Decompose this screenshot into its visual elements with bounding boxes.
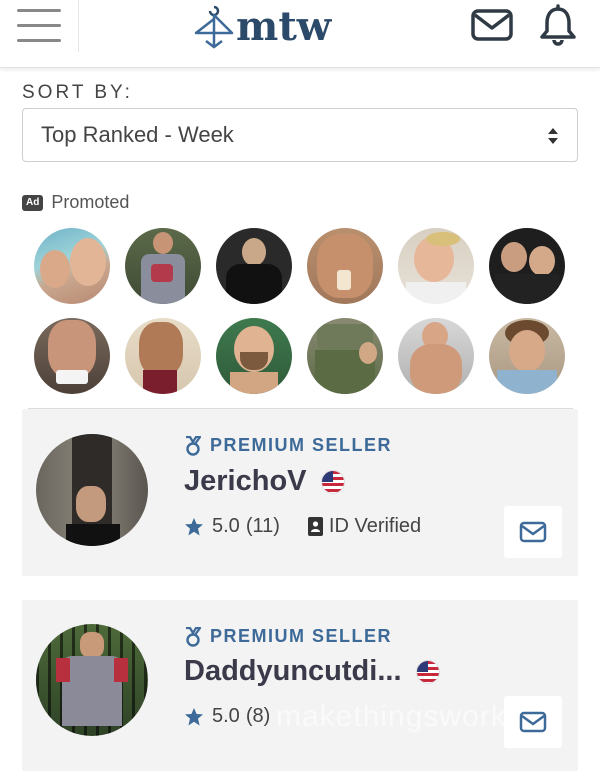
promoted-avatar[interactable] (34, 318, 110, 394)
promoted-avatar[interactable] (489, 228, 565, 304)
sort-by-label: SORT BY: (22, 82, 133, 103)
promoted-avatar[interactable] (398, 228, 474, 304)
promoted-avatars (34, 228, 574, 394)
seller-name[interactable]: JerichoV (184, 465, 345, 498)
mail-icon[interactable] (470, 8, 514, 42)
promoted-label: Promoted (51, 192, 130, 212)
seller-card[interactable]: PREMIUM SELLER Daddyuncutdi... 5.0 (8) (22, 600, 578, 771)
promoted-header: Ad Promoted (22, 192, 129, 213)
review-count: (8) (245, 705, 271, 727)
sort-selected-value: Top Ranked - Week (41, 122, 234, 147)
rating-value: 5.0 (212, 515, 240, 537)
seller-rating: 5.0 (11) ID Verified (184, 515, 421, 538)
hamburger-menu-icon[interactable] (15, 7, 63, 43)
ad-badge: Ad (22, 194, 44, 211)
message-seller-button[interactable] (504, 696, 562, 748)
rating-value: 5.0 (212, 705, 240, 727)
seller-card[interactable]: PREMIUM SELLER JerichoV 5.0 (11) ID Veri… (22, 409, 578, 576)
hanger-logo-icon (194, 5, 234, 49)
mail-icon (519, 711, 547, 733)
site-logo[interactable]: mtw (192, 2, 331, 52)
seller-avatar[interactable] (36, 434, 148, 546)
promoted-avatar[interactable] (307, 318, 383, 394)
promoted-avatar[interactable] (125, 318, 201, 394)
promoted-avatar[interactable] (216, 228, 292, 304)
seller-name[interactable]: Daddyuncutdi... (184, 655, 440, 688)
sort-arrows-icon (548, 128, 558, 144)
us-flag-icon (415, 659, 440, 684)
medal-icon (186, 435, 202, 456)
review-count: (11) (245, 515, 280, 537)
promoted-avatar[interactable] (125, 228, 201, 304)
mail-icon (519, 521, 547, 543)
premium-seller-badge: PREMIUM SELLER (184, 626, 392, 647)
promoted-avatar[interactable] (398, 318, 474, 394)
promoted-avatar[interactable] (216, 318, 292, 394)
logo-text: mtw (236, 3, 332, 50)
seller-rating: 5.0 (8) (184, 705, 270, 728)
id-card-icon (307, 517, 323, 536)
us-flag-icon (320, 469, 345, 494)
premium-seller-badge: PREMIUM SELLER (184, 435, 392, 456)
promoted-avatar[interactable] (34, 228, 110, 304)
seller-avatar[interactable] (36, 624, 148, 736)
promoted-avatar[interactable] (489, 318, 565, 394)
star-icon (185, 517, 203, 535)
sort-select[interactable]: Top Ranked - Week (22, 108, 578, 162)
id-verified-label: ID Verified (328, 515, 422, 537)
promoted-avatar[interactable] (307, 228, 383, 304)
medal-icon (186, 626, 202, 647)
top-header: mtw (0, 0, 600, 68)
message-seller-button[interactable] (504, 506, 562, 558)
star-icon (185, 707, 203, 725)
header-divider (78, 0, 79, 52)
bell-icon[interactable] (538, 4, 578, 46)
